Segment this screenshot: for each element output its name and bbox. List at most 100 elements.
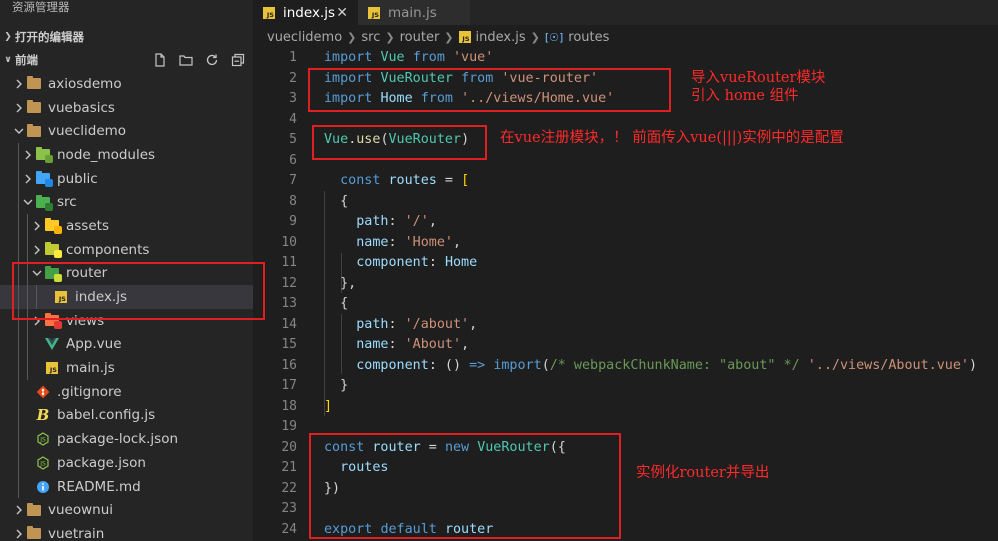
indent-guide: [18, 474, 19, 499]
open-editors-section[interactable]: ❯ 打开的编辑器: [0, 26, 253, 48]
tree-item[interactable]: components: [0, 237, 253, 262]
indent-guide: [18, 427, 19, 451]
tree-item[interactable]: vueownui: [0, 498, 253, 522]
indent-guide: [18, 356, 19, 380]
tree-item-label: README.md: [57, 478, 141, 495]
tree-item[interactable]: vueclidemo: [0, 119, 253, 143]
tree-item-label: package-lock.json: [57, 431, 179, 448]
tree-item[interactable]: README.md: [0, 474, 253, 499]
breadcrumb-item[interactable]: router: [400, 30, 440, 45]
chevron-right-icon: ❯: [530, 30, 540, 44]
tree-item[interactable]: assets: [0, 214, 253, 238]
code-line[interactable]: 8 {: [253, 192, 998, 213]
code-line[interactable]: 13 {: [253, 294, 998, 315]
code-line[interactable]: 10 name: 'Home',: [253, 233, 998, 254]
code-line[interactable]: 12 },: [253, 274, 998, 295]
tree-item-label: vueownui: [48, 502, 114, 519]
breadcrumb-item[interactable]: vueclidemo: [267, 30, 342, 45]
indent-guide: [27, 237, 28, 262]
tree-item[interactable]: node_modules: [0, 143, 253, 167]
tree-item-label: components: [66, 241, 150, 258]
tree-item[interactable]: axiosdemo: [0, 72, 253, 96]
chevron-down-icon: [21, 198, 35, 206]
chevron-right-icon: [21, 150, 35, 160]
tree-item[interactable]: .gitignore: [0, 379, 253, 404]
line-number: 24: [281, 521, 297, 537]
indent-guide: [18, 166, 19, 191]
line-number: 2: [289, 70, 297, 86]
tree-item[interactable]: Bbabel.config.js: [0, 403, 253, 428]
tree-item[interactable]: src: [0, 190, 253, 215]
folder-icon: [26, 502, 42, 518]
tree-item-label: assets: [66, 217, 109, 234]
new-folder-icon[interactable]: [179, 53, 193, 67]
code-line[interactable]: 14 path: '/about',: [253, 315, 998, 336]
chevron-right-icon: [12, 529, 26, 539]
tab-main-js[interactable]: JS main.js: [358, 0, 470, 25]
code-text: },: [324, 275, 357, 291]
code-line[interactable]: 1 import Vue from 'vue': [253, 48, 998, 69]
line-number: 22: [281, 480, 297, 496]
tree-item[interactable]: vuetrain: [0, 522, 253, 541]
breadcrumb-item[interactable]: routes: [568, 30, 609, 45]
code-line[interactable]: 17 }: [253, 376, 998, 397]
indent-guide: [18, 190, 19, 215]
line-number: 15: [281, 337, 297, 352]
line-number: 17: [281, 378, 297, 393]
tree-item[interactable]: public: [0, 166, 253, 191]
annotation-note: 引入 home 组件: [691, 88, 799, 104]
chevron-right-icon: ❯: [4, 32, 12, 42]
js-file-icon: JS: [263, 6, 275, 19]
line-number: 8: [289, 193, 297, 209]
chevron-right-icon: ❯: [385, 30, 395, 44]
editor-area: JS index.js ✕ JS main.js vueclidemo ❯ sr…: [253, 0, 998, 541]
code-line[interactable]: 9 path: '/',: [253, 212, 998, 233]
chevron-right-icon: ❯: [347, 30, 357, 44]
components-folder-icon: [44, 242, 62, 259]
tab-label: main.js: [388, 4, 437, 21]
js-file-icon: JS: [458, 31, 471, 43]
tree-item-label: axiosdemo: [48, 75, 122, 92]
tree-item-label: App.vue: [66, 336, 122, 353]
tab-bar: JS index.js ✕ JS main.js: [253, 0, 998, 25]
tree-item-label: vuetrain: [48, 525, 105, 541]
new-file-icon[interactable]: [153, 53, 167, 67]
line-number: 5: [289, 132, 297, 147]
tab-index-js[interactable]: JS index.js ✕: [253, 0, 358, 25]
code-line[interactable]: 16 component: () => import(/* webpackChu…: [253, 356, 998, 377]
tree-item[interactable]: JS package-lock.json: [0, 427, 253, 451]
public-folder-icon: [35, 171, 53, 188]
code-line[interactable]: 7 const routes = [: [253, 171, 998, 192]
refresh-icon[interactable]: [205, 53, 219, 67]
chevron-down-icon: ∨: [4, 55, 12, 65]
tree-item[interactable]: vuebasics: [0, 96, 253, 120]
code-line[interactable]: 18]: [253, 397, 998, 418]
close-icon[interactable]: ✕: [336, 5, 348, 21]
workspace-section[interactable]: ∨ 前端: [0, 49, 253, 71]
tree-item[interactable]: JS main.js: [0, 356, 253, 380]
line-number: 4: [289, 111, 297, 127]
breadcrumb-item[interactable]: src: [361, 30, 380, 45]
chevron-right-icon: [12, 79, 26, 89]
line-number: 20: [281, 439, 297, 455]
line-number: 10: [281, 234, 297, 250]
js-file-icon: JS: [44, 360, 60, 376]
code-text: name: 'About',: [356, 337, 470, 352]
code-line[interactable]: 11 component: Home: [253, 253, 998, 274]
chevron-right-icon: [30, 221, 44, 231]
line-number: 7: [289, 173, 297, 188]
annotation-box-router-instance: [309, 433, 621, 539]
annotation-box-router-folder: [12, 262, 265, 320]
collapse-all-icon[interactable]: [231, 53, 245, 67]
tree-item[interactable]: App.vue: [0, 332, 253, 357]
code-text: {: [324, 193, 349, 209]
indent-guide: [18, 143, 19, 167]
indent-guide: [18, 214, 19, 238]
tree-item[interactable]: JS package.json: [0, 451, 253, 475]
tree-item-label: vuebasics: [48, 99, 115, 116]
svg-text:JS: JS: [39, 437, 46, 444]
breadcrumb-item[interactable]: index.js: [476, 30, 526, 45]
chevron-right-icon: [30, 245, 44, 255]
code-line[interactable]: 15 name: 'About',: [253, 335, 998, 356]
chevron-right-icon: [21, 174, 35, 184]
